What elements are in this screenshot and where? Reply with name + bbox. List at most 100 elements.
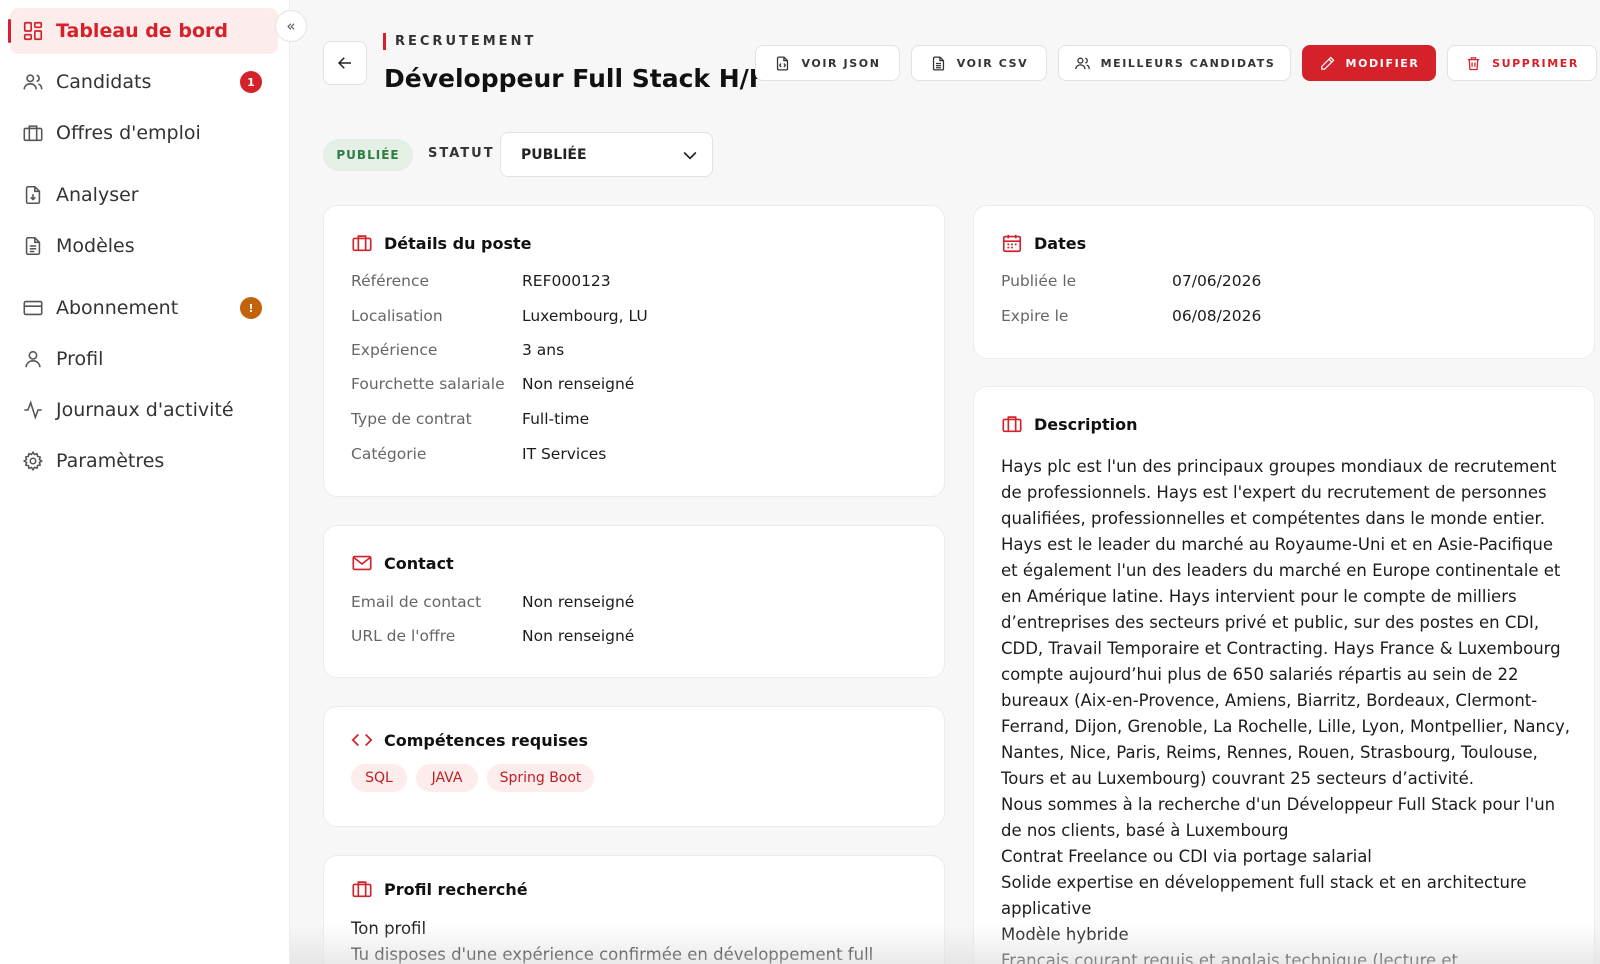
- skills-card: Compétences requises SQL JAVA Spring Boo…: [323, 706, 945, 827]
- job-details-card: Détails du poste Référence REF000123 Loca…: [323, 205, 945, 497]
- file-text-icon: [25, 236, 41, 256]
- double-chevron-left-icon: «: [286, 17, 296, 35]
- mail-icon: [352, 555, 372, 571]
- briefcase-icon: [352, 235, 372, 252]
- sidebar-item-profil[interactable]: Profil: [10, 336, 278, 382]
- back-button[interactable]: [323, 41, 367, 85]
- status-select[interactable]: PUBLIÉE: [500, 132, 713, 177]
- skill-tag: JAVA: [416, 764, 478, 792]
- sidebar-item-label: Profil: [56, 348, 104, 370]
- detail-key: Référence: [351, 272, 430, 290]
- skill-tag: SQL: [351, 764, 407, 792]
- card-title: Profil recherché: [351, 878, 528, 900]
- users-icon: [23, 74, 43, 90]
- contact-value: Non renseigné: [522, 593, 635, 611]
- sidebar-item-label: Analyser: [56, 184, 139, 206]
- description-paragraph: Solide expertise en développement full s…: [1001, 873, 1527, 918]
- sidebar-item-label: Candidats: [56, 71, 152, 93]
- edit-label: MODIFIER: [1345, 56, 1420, 70]
- sidebar-item-journaux[interactable]: Journaux d'activité: [10, 387, 278, 433]
- date-key: Expire le: [1001, 307, 1069, 325]
- card-title: Dates: [1001, 232, 1086, 254]
- description-paragraph: Français courant requis et anglais techn…: [1001, 951, 1459, 964]
- card-title: Compétences requises: [351, 729, 588, 751]
- contact-key: URL de l'offre: [351, 627, 456, 645]
- card-title-text: Détails du poste: [384, 233, 532, 253]
- sidebar-item-parametres[interactable]: Paramètres: [10, 438, 278, 484]
- status-select-value: PUBLIÉE: [521, 146, 587, 163]
- sidebar-item-analyser[interactable]: Analyser: [10, 172, 278, 218]
- sidebar-item-abonnement[interactable]: Abonnement !: [10, 285, 278, 331]
- detail-value: REF000123: [522, 272, 611, 290]
- detail-value: Non renseigné: [522, 375, 635, 393]
- best-candidates-button[interactable]: MEILLEURS CANDIDATS: [1058, 45, 1291, 81]
- page-title: Développeur Full Stack H/F: [384, 64, 766, 93]
- sidebar-item-label: Journaux d'activité: [56, 399, 234, 421]
- view-csv-button[interactable]: VOIR CSV: [911, 45, 1047, 81]
- profile-text: Ton profil Tu disposes d'une expérience …: [351, 916, 921, 964]
- status-badge: PUBLIÉE: [323, 139, 413, 171]
- code-icon: [351, 733, 373, 747]
- edit-button[interactable]: MODIFIER: [1302, 45, 1436, 81]
- card-title-text: Compétences requises: [384, 730, 588, 750]
- delete-label: SUPPRIMER: [1492, 56, 1579, 70]
- date-key: Publiée le: [1001, 272, 1077, 290]
- detail-value: IT Services: [522, 445, 607, 463]
- detail-key: Fourchette salariale: [351, 375, 505, 393]
- arrow-left-icon: [337, 57, 351, 69]
- activity-icon: [24, 400, 42, 420]
- contact-value: Non renseigné: [522, 627, 635, 645]
- calendar-icon: [1002, 234, 1022, 253]
- description-paragraph: Nous sommes à la recherche d'un Développ…: [1001, 795, 1556, 840]
- sidebar: Tableau de bord Candidats 1 Offres d'emp…: [0, 0, 290, 964]
- sidebar-item-candidats[interactable]: Candidats 1: [10, 59, 278, 105]
- sidebar-item-offres[interactable]: Offres d'emploi: [10, 110, 278, 156]
- briefcase-icon: [1002, 416, 1022, 433]
- detail-value: Full-time: [522, 410, 590, 428]
- view-json-label: VOIR JSON: [801, 56, 881, 70]
- dashboard-icon: [23, 21, 43, 41]
- chevron-down-icon: [683, 151, 697, 160]
- detail-key: Catégorie: [351, 445, 427, 463]
- collapse-sidebar-button[interactable]: «: [275, 10, 307, 42]
- detail-key: Expérience: [351, 341, 438, 359]
- sidebar-item-modeles[interactable]: Modèles: [10, 223, 278, 269]
- detail-key: Localisation: [351, 307, 443, 325]
- delete-button[interactable]: SUPPRIMER: [1447, 45, 1597, 81]
- warning-badge: !: [240, 297, 262, 319]
- contact-card: Contact Email de contact Non renseigné UR…: [323, 525, 945, 678]
- card-title: Détails du poste: [351, 232, 532, 254]
- user-icon: [25, 350, 41, 368]
- description-card: Description Hays plc est l'un des princi…: [973, 386, 1595, 964]
- card-title-text: Dates: [1034, 233, 1087, 253]
- description-paragraph: Hays plc est l'un des principaux groupes…: [1001, 457, 1557, 528]
- sidebar-item-label: Abonnement: [56, 297, 179, 319]
- section-eyebrow: RECRUTEMENT: [383, 33, 536, 50]
- briefcase-icon: [352, 881, 372, 898]
- profile-line: Ton profil: [351, 919, 427, 938]
- detail-value: 3 ans: [522, 341, 565, 359]
- sidebar-item-label: Paramètres: [56, 450, 165, 472]
- file-spreadsheet-icon: [932, 55, 944, 71]
- status-label: STATUT: [428, 146, 495, 161]
- view-json-button[interactable]: VOIR JSON: [755, 45, 900, 81]
- users-icon: [1074, 57, 1090, 69]
- file-download-icon: [25, 185, 41, 205]
- description-paragraph: Contrat Freelance ou CDI via portage sal…: [1001, 847, 1372, 866]
- date-value: 06/08/2026: [1172, 307, 1262, 325]
- notification-badge: 1: [240, 71, 262, 93]
- card-title-text: Profil recherché: [384, 879, 528, 899]
- profile-card: Profil recherché Ton profil Tu disposes …: [323, 855, 945, 964]
- briefcase-icon: [23, 125, 43, 142]
- sidebar-item-dashboard[interactable]: Tableau de bord: [8, 8, 278, 54]
- sidebar-item-label: Tableau de bord: [56, 20, 229, 42]
- sidebar-item-label: Modèles: [56, 235, 135, 257]
- trash-icon: [1467, 56, 1480, 70]
- best-candidates-label: MEILLEURS CANDIDATS: [1100, 56, 1276, 70]
- detail-key: Type de contrat: [351, 410, 472, 428]
- pencil-icon: [1320, 56, 1334, 70]
- card-title: Description: [1001, 413, 1137, 435]
- card-title: Contact: [351, 552, 454, 574]
- dates-card: Dates Publiée le 07/06/2026 Expire le 06/0…: [973, 205, 1595, 359]
- sidebar-item-label: Offres d'emploi: [56, 122, 201, 144]
